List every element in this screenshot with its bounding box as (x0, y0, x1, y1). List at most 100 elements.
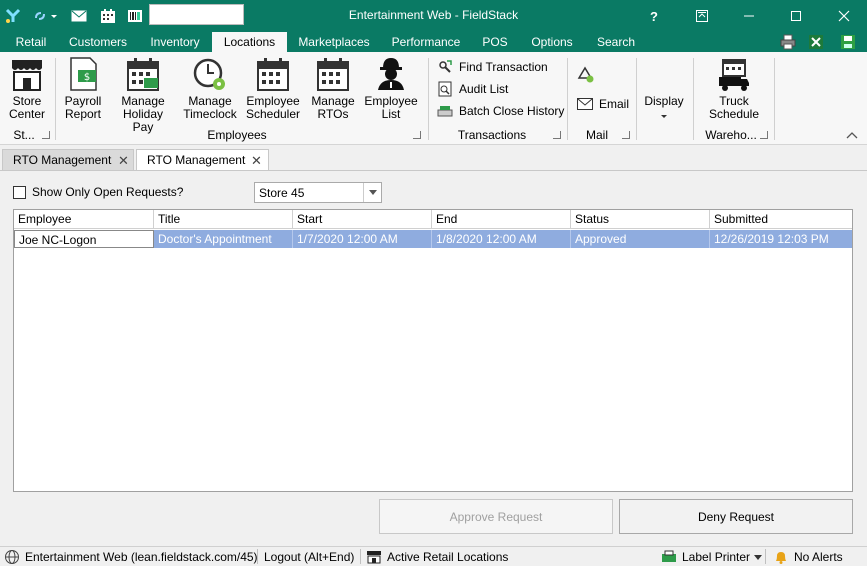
tab-customers[interactable]: Customers (62, 32, 134, 52)
doc-tab-rto-management-2[interactable]: RTO Management ✕ (136, 149, 269, 172)
show-open-requests-label: Show Only Open Requests? (32, 185, 184, 199)
save-icon[interactable] (840, 34, 856, 50)
quick-search-input[interactable] (149, 4, 244, 25)
email-button[interactable]: Email (577, 95, 629, 113)
cell-end[interactable]: 1/8/2020 12:00 AM (432, 230, 571, 248)
app-logo-icon (4, 6, 22, 26)
employee-list-button[interactable]: Employee List (364, 56, 418, 121)
status-separator (257, 549, 258, 564)
chevron-down-icon (754, 554, 763, 560)
column-header-employee[interactable]: Employee (14, 210, 154, 229)
maximize-button[interactable] (773, 0, 819, 32)
status-separator (765, 549, 766, 564)
find-transaction-button[interactable]: Find Transaction (437, 58, 548, 76)
mail-group-launcher-icon[interactable] (622, 131, 630, 139)
tab-marketplaces[interactable]: Marketplaces (292, 32, 376, 52)
column-header-title[interactable]: Title (154, 210, 293, 229)
store-group-launcher-icon[interactable] (42, 131, 50, 139)
employees-group-launcher-icon[interactable] (413, 131, 421, 139)
truck-calendar-icon (717, 56, 751, 92)
store-select[interactable]: Store 45 (254, 182, 382, 203)
print-icon[interactable] (780, 34, 796, 50)
active-retail-locations-label: Active Retail Locations (387, 550, 509, 564)
store-icon (367, 551, 381, 564)
close-tab-icon[interactable]: ✕ (118, 150, 129, 171)
column-header-status[interactable]: Status (571, 210, 710, 229)
holiday-calendar-icon (126, 56, 160, 92)
calendar-icon[interactable] (99, 6, 117, 26)
help-button[interactable]: ? (631, 0, 677, 32)
ribbon-separator (428, 58, 429, 140)
cell-status[interactable]: Approved (571, 230, 710, 248)
label-printer-dropdown[interactable]: Label Printer (661, 549, 767, 565)
rto-calendar-icon (316, 56, 350, 92)
group-mail-label: Mail (585, 128, 608, 142)
employee-person-icon (374, 56, 408, 92)
ribbon-separator (774, 58, 775, 140)
deny-request-button[interactable]: Deny Request (619, 499, 853, 534)
transactions-group-launcher-icon[interactable] (553, 131, 561, 139)
label-printer-label: Label Printer (682, 550, 751, 564)
excel-export-icon[interactable] (808, 34, 824, 50)
mail-icon[interactable] (70, 6, 88, 26)
ribbon-separator (693, 58, 694, 140)
cell-employee[interactable]: Joe NC-Logon (14, 230, 154, 248)
cell-title[interactable]: Doctor's Appointment (154, 230, 293, 248)
doc-tab-rto-management-1[interactable]: RTO Management ✕ (2, 149, 134, 171)
close-tab-icon[interactable]: ✕ (251, 150, 262, 171)
mail-alert-icon[interactable] (577, 66, 595, 84)
ribbon: Store Center St... $ Payroll Report Mana… (0, 52, 867, 145)
show-open-requests-checkbox[interactable] (13, 186, 26, 199)
manage-rtos-button[interactable]: Manage RTOs (307, 56, 359, 121)
manage-timeclock-button[interactable]: Manage Timeclock (181, 56, 239, 121)
ribbon-separator (636, 58, 637, 140)
tab-inventory[interactable]: Inventory (140, 32, 210, 52)
column-header-end[interactable]: End (432, 210, 571, 229)
manage-timeclock-label-2: Timeclock (183, 107, 237, 121)
audit-list-icon (438, 81, 452, 97)
alerts-indicator[interactable]: No Alerts (773, 549, 843, 565)
truck-schedule-label-2: Schedule (708, 107, 760, 121)
active-retail-locations[interactable]: Active Retail Locations (366, 549, 508, 565)
batch-close-history-button[interactable]: Batch Close History (437, 102, 564, 120)
employee-scheduler-button[interactable]: Employee Scheduler (244, 56, 302, 121)
display-dropdown-button[interactable]: Display (641, 94, 687, 122)
table-row[interactable]: Joe NC-Logon Doctor's Appointment 1/7/20… (14, 230, 852, 248)
chevron-down-icon (661, 115, 667, 118)
approve-request-button[interactable]: Approve Request (379, 499, 613, 534)
manage-holiday-pay-button[interactable]: Manage Holiday Pay (111, 56, 175, 134)
rto-management-panel: Show Only Open Requests? Store 45 Employ… (0, 170, 867, 545)
rto-requests-grid: Employee Title Start End Status Submitte… (13, 209, 853, 492)
logout-link[interactable]: Logout (Alt+End) (264, 549, 354, 565)
cell-submitted[interactable]: 12/26/2019 12:03 PM (710, 230, 852, 248)
tab-locations[interactable]: Locations (212, 32, 287, 52)
barcode-icon[interactable] (126, 6, 144, 26)
restore-layout-button[interactable] (679, 0, 725, 32)
tab-options[interactable]: Options (524, 32, 580, 52)
warehouse-group-launcher-icon[interactable] (760, 131, 768, 139)
minimize-button[interactable] (726, 0, 772, 32)
ribbon-separator (55, 58, 56, 140)
tab-pos[interactable]: POS (476, 32, 514, 52)
tab-retail[interactable]: Retail (6, 32, 56, 52)
tab-search[interactable]: Search (590, 32, 642, 52)
chevron-down-icon[interactable] (363, 183, 381, 202)
collapse-ribbon-icon[interactable] (846, 128, 858, 139)
truck-schedule-button[interactable]: Truck Schedule (706, 56, 762, 121)
audit-list-button[interactable]: Audit List (437, 80, 508, 98)
close-window-button[interactable] (821, 0, 867, 32)
payroll-report-button[interactable]: $ Payroll Report (60, 56, 106, 121)
tab-performance[interactable]: Performance (386, 32, 466, 52)
doc-tab-label: RTO Management (13, 153, 112, 167)
link-dropdown-icon[interactable] (32, 6, 58, 26)
column-header-submitted[interactable]: Submitted (710, 210, 852, 229)
employee-list-label-2: List (381, 107, 401, 121)
cell-start[interactable]: 1/7/2020 12:00 AM (293, 230, 432, 248)
email-envelope-icon (577, 98, 593, 110)
employee-scheduler-label-2: Scheduler (245, 107, 301, 121)
payroll-report-label-2: Report (64, 107, 102, 121)
status-bar: Entertainment Web (lean.fieldstack.com/4… (0, 546, 867, 566)
store-center-button[interactable]: Store Center (6, 56, 48, 121)
column-header-start[interactable]: Start (293, 210, 432, 229)
audit-list-label: Audit List (459, 82, 509, 96)
